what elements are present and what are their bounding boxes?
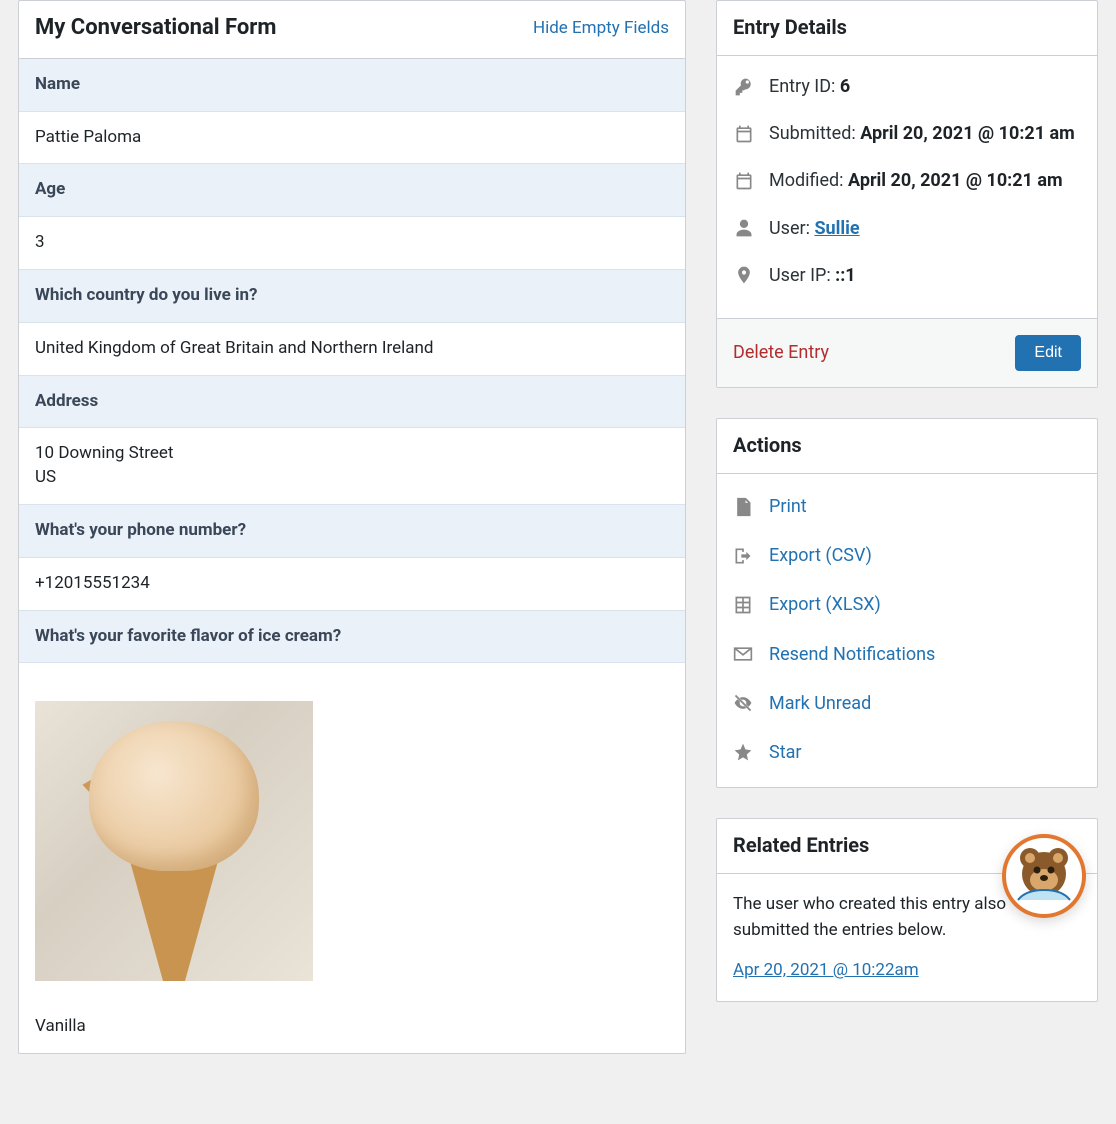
- action-export-xlsx-row: Export (XLSX): [733, 580, 1081, 629]
- delete-entry-link[interactable]: Delete Entry: [733, 340, 829, 365]
- action-export-csv-row: Export (CSV): [733, 531, 1081, 580]
- action-resend[interactable]: Resend Notifications: [769, 642, 935, 667]
- field-label-name: Name: [19, 59, 685, 112]
- detail-modified: Modified: April 20, 2021 @ 10:21 am: [733, 168, 1081, 193]
- map-pin-icon: [733, 265, 755, 285]
- form-panel-header: My Conversational Form Hide Empty Fields: [19, 1, 685, 59]
- action-print-row: Print: [733, 482, 1081, 531]
- document-icon: [733, 497, 755, 517]
- action-resend-row: Resend Notifications: [733, 630, 1081, 679]
- entry-details-footer: Delete Entry Edit: [717, 318, 1097, 387]
- user-link[interactable]: Sullie: [814, 218, 859, 239]
- detail-user: User: Sullie: [733, 216, 1081, 241]
- export-icon: [733, 546, 755, 566]
- icecream-image: [35, 701, 313, 981]
- field-value-icecream: Vanilla: [19, 663, 685, 1052]
- field-label-address: Address: [19, 375, 685, 429]
- entry-details-title: Entry Details: [733, 13, 847, 41]
- related-entry-link[interactable]: Apr 20, 2021 @ 10:22am: [733, 960, 919, 980]
- calendar-icon: [733, 171, 755, 191]
- calendar-icon: [733, 124, 755, 144]
- action-export-xlsx[interactable]: Export (XLSX): [769, 592, 881, 617]
- hide-empty-fields-link[interactable]: Hide Empty Fields: [533, 17, 669, 41]
- field-label-country: Which country do you live in?: [19, 269, 685, 323]
- icecream-value-text: Vanilla: [35, 1016, 86, 1036]
- action-mark-unread[interactable]: Mark Unread: [769, 691, 871, 716]
- field-value-address: 10 Downing Street US: [19, 428, 685, 504]
- field-value-name: Pattie Paloma: [19, 112, 685, 164]
- actions-panel: Actions Print Export (CSV): [716, 418, 1098, 788]
- detail-submitted: Submitted: April 20, 2021 @ 10:21 am: [733, 121, 1081, 146]
- spreadsheet-icon: [733, 595, 755, 615]
- entry-details-panel: Entry Details Entry ID: 6 Submitted: Apr…: [716, 0, 1098, 388]
- envelope-icon: [733, 644, 755, 664]
- actions-title: Actions: [733, 431, 802, 459]
- edit-button[interactable]: Edit: [1015, 335, 1081, 371]
- action-star[interactable]: Star: [769, 740, 801, 765]
- user-icon: [733, 218, 755, 238]
- detail-entry-id: Entry ID: 6: [733, 74, 1081, 99]
- actions-header: Actions: [717, 419, 1097, 474]
- action-print[interactable]: Print: [769, 494, 807, 519]
- action-mark-unread-row: Mark Unread: [733, 679, 1081, 728]
- detail-ip: User IP: ::1: [733, 263, 1081, 288]
- star-icon: [733, 742, 755, 762]
- action-star-row: Star: [733, 728, 1081, 777]
- field-label-phone: What's your phone number?: [19, 504, 685, 558]
- field-value-age: 3: [19, 217, 685, 269]
- eye-slash-icon: [733, 693, 755, 713]
- field-label-icecream: What's your favorite flavor of ice cream…: [19, 610, 685, 664]
- form-title: My Conversational Form: [35, 13, 276, 44]
- field-label-age: Age: [19, 163, 685, 217]
- help-mascot-button[interactable]: [1002, 834, 1086, 918]
- field-value-phone: +12015551234: [19, 558, 685, 610]
- entry-details-header: Entry Details: [717, 1, 1097, 56]
- form-entry-panel: My Conversational Form Hide Empty Fields…: [18, 0, 686, 1054]
- field-value-country: United Kingdom of Great Britain and Nort…: [19, 323, 685, 375]
- action-export-csv[interactable]: Export (CSV): [769, 543, 872, 568]
- related-title: Related Entries: [733, 831, 869, 859]
- key-icon: [733, 77, 755, 97]
